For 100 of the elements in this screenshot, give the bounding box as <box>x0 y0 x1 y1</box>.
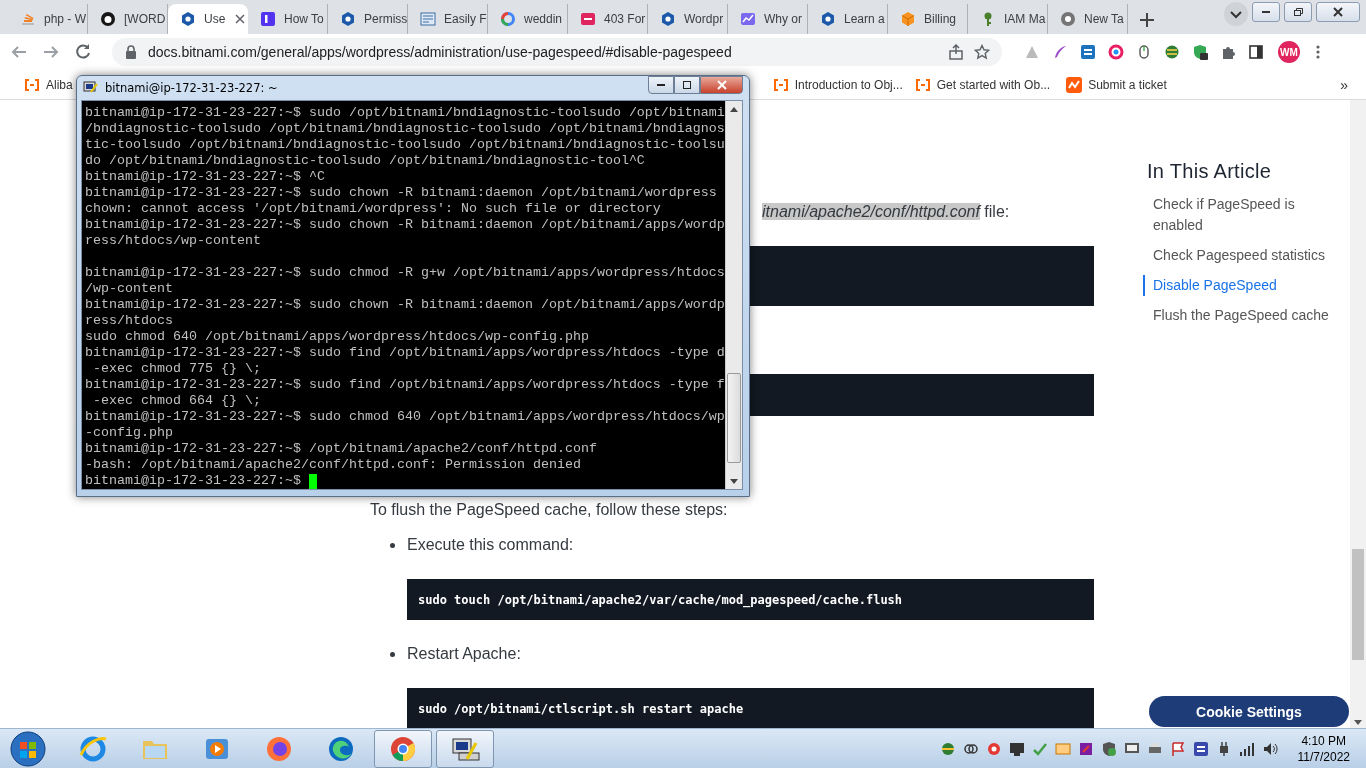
toc-title: In This Article <box>1147 159 1273 183</box>
terminal-line: -exec chmod 775 {} \; <box>92 361 261 377</box>
bookmark[interactable]: Get started with Ob... <box>914 76 1051 93</box>
chevron-down-icon[interactable] <box>1224 2 1248 26</box>
more-bookmarks-button[interactable]: » <box>1340 76 1348 93</box>
plus-icon[interactable] <box>1138 11 1156 29</box>
flag-icon[interactable] <box>1169 740 1186 757</box>
minimize-icon <box>1262 11 1270 13</box>
terminal-line: do /opt/bitnami/bndiagnostic-toolsudo /opt/bitnami/bndiagnostic-tool^C <box>85 153 645 169</box>
document-icon <box>420 11 436 27</box>
terminal-line: chown: cannot access '/opt/bitnami/wordpress': No such file or directory <box>85 201 661 217</box>
bracket-icon <box>914 76 931 93</box>
ring-icon[interactable] <box>1108 44 1124 60</box>
note-icon[interactable] <box>1077 740 1094 757</box>
scrollbar[interactable] <box>724 101 742 489</box>
scrollbar[interactable] <box>1350 100 1366 728</box>
star-icon[interactable] <box>974 44 990 60</box>
toc-link[interactable]: Disable PageSpeed <box>1143 275 1337 296</box>
terminal-line: /bndiagnostic-toolsudo /opt/bitnami/bndiagnostic-toolsudo /opt/bitnami/bndiagnos <box>85 121 725 137</box>
terminal-line: sudo chmod 640 /opt/bitnami/apps/wordpress/htdocs/wp-config.php <box>85 329 589 345</box>
body-text: To flush the PageSpeed cache, follow these steps: <box>370 500 729 520</box>
terminal-line: bitnami@ip-172-31-23-227:~$ sudo find /opt/bitnami/apps/wordpress/htdocs -type d <box>85 345 725 361</box>
square-logo-icon <box>580 11 596 27</box>
round-logo-icon <box>100 11 116 27</box>
wave-icon <box>1066 76 1083 93</box>
toc-link[interactable]: Check Pagespeed statistics <box>1143 245 1337 266</box>
scrollbar-thumb[interactable] <box>726 373 741 463</box>
close-button[interactable] <box>1316 2 1360 22</box>
scroll-up-icon[interactable] <box>728 105 739 113</box>
puzzle-icon[interactable] <box>1220 44 1236 60</box>
square-logo-icon <box>260 11 276 27</box>
terminal-line: -exec chmod 664 {} \; <box>92 393 261 409</box>
browser-tab[interactable]: Use <box>168 4 248 34</box>
share-icon[interactable] <box>948 44 964 60</box>
start-button[interactable] <box>10 730 46 767</box>
hexagon-icon <box>340 11 356 27</box>
close-button[interactable] <box>700 76 743 94</box>
terminal-line: bitnami@ip-172-31-23-227:~$ sudo find /opt/bitnami/apps/wordpress/htdocs -type f <box>85 377 725 393</box>
toc-link[interactable]: Flush the PageSpeed cache <box>1143 305 1337 326</box>
arrows-icon[interactable] <box>1192 740 1209 757</box>
minimize-button[interactable] <box>648 76 674 94</box>
hexagon-icon <box>820 11 836 27</box>
scrollbar-thumb[interactable] <box>1352 549 1364 660</box>
close-icon <box>1333 7 1343 17</box>
bookmark[interactable]: Submit a ticket <box>1066 76 1167 93</box>
terminal-line: bitnami@ip-172-31-23-227:~$ sudo chmod -R g+w /opt/bitnami/apps/wordpress/htdocs <box>85 265 725 281</box>
reload-icon[interactable] <box>74 43 92 61</box>
scroll-down-icon[interactable] <box>1353 718 1363 726</box>
bullet-icon <box>390 651 395 657</box>
bracket-icon <box>24 76 40 93</box>
code-block: sudo touch /opt/bitnami/apache2/var/cache/mod_pagespeed/cache.flush <box>407 579 1094 620</box>
toc-link[interactable]: Check if PageSpeed is enabled <box>1143 194 1337 236</box>
list-item-text: Restart Apache: <box>407 644 521 664</box>
circle-logo-icon <box>1060 11 1076 27</box>
ring-icon <box>500 11 516 27</box>
square-logo-icon[interactable] <box>1080 44 1096 60</box>
bracket-icon <box>772 76 789 93</box>
terminal-line: bitnami@ip-172-31-23-227:~$ sudo chmod 640 /opt/bitnami/apps/wordpress/htdocs/wp <box>85 409 725 425</box>
mouse-icon[interactable] <box>1136 44 1152 60</box>
restore-icon <box>1293 8 1303 16</box>
terminal-line: -bash: /opt/bitnami/apache2/conf/httpd.conf: Permission denied <box>85 457 581 473</box>
close-icon[interactable] <box>233 12 247 26</box>
menu-icon[interactable] <box>1314 44 1322 60</box>
globe-icon[interactable] <box>1164 44 1180 60</box>
minimize-button[interactable] <box>1252 2 1280 22</box>
taskbar-button[interactable] <box>436 729 494 768</box>
address-bar[interactable]: docs.bitnami.com/general/apps/wordpress/administration/use-pagespeed/#disable-pagespeed <box>112 38 1002 66</box>
terminal-line: bitnami@ip-172-31-23-227:~$ sudo /opt/bitnami/bndiagnostic-toolsudo /opt/bitnami <box>85 105 725 121</box>
gear-icon[interactable] <box>985 740 1002 757</box>
code-block: sudo /opt/bitnami/ctlscript.sh restart apache <box>407 688 1094 728</box>
globe-icon[interactable] <box>939 740 956 757</box>
sidebar-icon[interactable] <box>1248 44 1264 60</box>
terminal-line: tic-toolsudo /opt/bitnami/bndiagnostic-toolsudo /opt/bitnami/bndiagnostic-toolsu <box>85 137 725 153</box>
shield-icon[interactable] <box>1100 740 1117 757</box>
lock-icon <box>124 45 138 59</box>
signal-icon[interactable] <box>1238 740 1255 757</box>
bars-icon <box>20 11 36 27</box>
terminal-line: bitnami@ip-172-31-23-227:~$ sudo chown -R bitnami:daemon /opt/bitnami/apps/wordp <box>85 297 725 313</box>
chart-icon <box>740 11 756 27</box>
maximize-icon <box>683 81 691 89</box>
monitor-icon[interactable] <box>1008 740 1025 757</box>
hexagon-icon <box>180 11 196 27</box>
clock-time[interactable]: 4:10 PM <box>1297 732 1350 749</box>
terminal-line: ress/htdocs/wp-content <box>85 233 261 249</box>
cookie-settings-button[interactable]: Cookie Settings <box>1149 696 1349 727</box>
bookmark[interactable]: Introduction to Obj... <box>772 76 903 93</box>
scroll-down-icon[interactable] <box>728 477 739 485</box>
profile-avatar[interactable]: WM <box>1278 41 1300 63</box>
shield-icon[interactable] <box>1192 44 1208 60</box>
terminal-line: bitnami@ip-172-31-23-227:~$ <box>85 473 301 489</box>
clock-date[interactable]: 11/7/2022 <box>1297 748 1350 765</box>
terminal-line: bitnami@ip-172-31-23-227:~$ sudo chown -R bitnami:daemon /opt/bitnami/apps/wordp <box>85 217 725 233</box>
taskbar-button[interactable] <box>374 729 432 768</box>
cube-icon <box>900 11 916 27</box>
maximize-button[interactable] <box>674 76 700 94</box>
terminal-line: -config.php <box>85 425 173 441</box>
minimize-icon <box>657 84 665 86</box>
restore-button[interactable] <box>1284 2 1312 22</box>
terminal-line: /wp-content <box>85 281 173 297</box>
bookmark[interactable]: Aliba <box>24 76 73 93</box>
